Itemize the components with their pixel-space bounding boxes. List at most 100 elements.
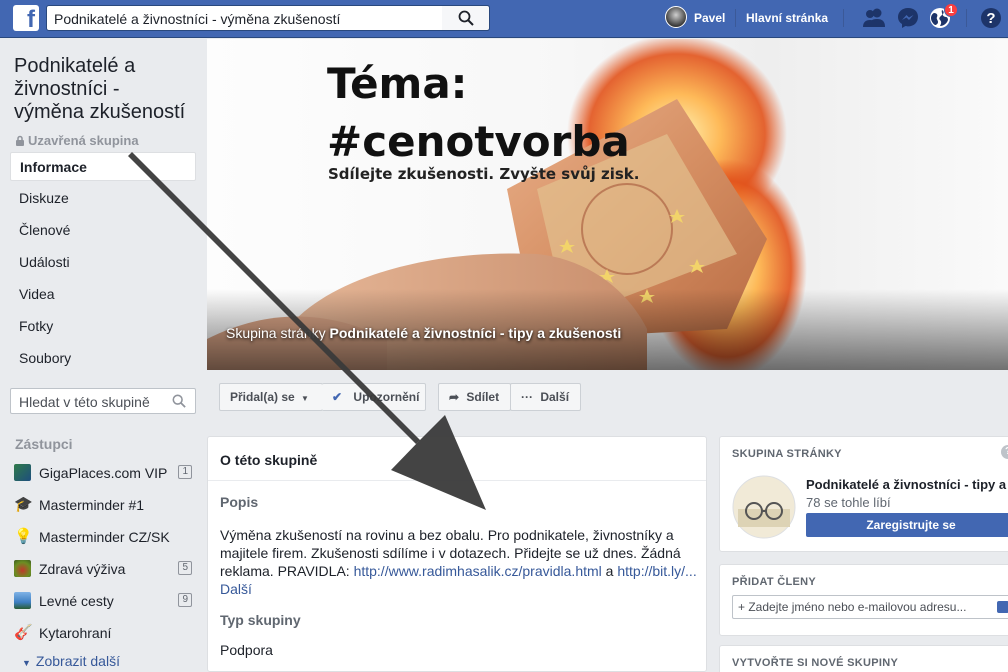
- share-label: Sdílet: [466, 390, 500, 404]
- divider: [735, 9, 736, 27]
- profile-link[interactable]: Pavel: [694, 11, 725, 25]
- cover-subtitle: Sdílejte zkušenosti. Zvyšte svůj zisk.: [328, 165, 640, 183]
- light-bulb-icon: 💡: [14, 528, 33, 545]
- messenger-icon[interactable]: [897, 7, 919, 29]
- nav-item-diskuze[interactable]: Diskuze: [10, 184, 196, 213]
- shortcut-label: Levné cesty: [39, 593, 114, 609]
- shortcut-item[interactable]: 🎸 Kytarohraní: [14, 623, 199, 645]
- group-thumbnail-icon: [14, 560, 31, 577]
- search-icon: [172, 394, 186, 408]
- register-button[interactable]: Zaregistrujte se: [806, 513, 1008, 537]
- help-circle-icon[interactable]: ?: [1001, 445, 1008, 459]
- nav-item-fotky[interactable]: Fotky: [10, 312, 196, 341]
- description-heading: Popis: [220, 494, 259, 510]
- shortcut-item[interactable]: 🎓 Masterminder #1: [14, 495, 199, 517]
- search-button[interactable]: [442, 5, 490, 31]
- left-sidebar: Podnikatelé a živnostníci - výměna zkuše…: [0, 39, 206, 672]
- cover-photo[interactable]: Téma: #cenotvorba Sdílejte zkušenosti. Z…: [207, 39, 1008, 370]
- group-thumbnail-icon: [14, 592, 31, 609]
- svg-text:?: ?: [986, 10, 995, 27]
- create-group-card: VYTVOŘTE SI NOVÉ SKUPINY: [719, 645, 1008, 672]
- graduation-cap-icon: 🎓: [14, 496, 33, 513]
- address-book-icon[interactable]: [997, 601, 1008, 613]
- shortcut-count: 1: [178, 465, 192, 479]
- shortcut-label: Kytarohraní: [39, 625, 112, 641]
- show-more-link[interactable]: ▼ Zobrazit další: [22, 653, 120, 669]
- divider: [208, 480, 706, 481]
- link-joiner: a: [601, 563, 618, 579]
- about-group-card: O této skupině Popis Výměna zkušeností n…: [207, 436, 707, 672]
- divider: [966, 9, 967, 27]
- search-input-value[interactable]: Podnikatelé a živnostníci - výměna zkuše…: [54, 11, 340, 27]
- group-name[interactable]: Podnikatelé a živnostníci - výměna zkuše…: [14, 55, 194, 124]
- user-avatar[interactable]: [665, 6, 687, 28]
- notifications-label: Upozornění: [353, 390, 420, 404]
- notifications-button[interactable]: ✔ Upozornění: [322, 383, 426, 411]
- about-title: O této skupině: [220, 452, 318, 468]
- add-members-title: PŘIDAT ČLENY: [732, 576, 817, 588]
- show-more-label: Zobrazit další: [35, 653, 120, 669]
- cover-title-line-1: Téma:: [327, 59, 468, 108]
- group-type-value: Podpora: [220, 642, 273, 658]
- share-button[interactable]: ➦ Sdílet: [438, 383, 511, 411]
- group-page-title: SKUPINA STRÁNKY: [732, 448, 842, 460]
- group-thumbnail-icon: [14, 464, 31, 481]
- search-input[interactable]: Podnikatelé a živnostníci - výměna zkuše…: [46, 5, 490, 31]
- facebook-logo[interactable]: f: [13, 5, 39, 31]
- group-type-heading: Typ skupiny: [220, 612, 301, 628]
- page-name-link[interactable]: Podnikatelé a živnostníci - tipy a: [806, 477, 1006, 492]
- guitar-icon: 🎸: [14, 624, 33, 641]
- search-icon: [458, 10, 474, 26]
- group-privacy-label: Uzavřená skupina: [28, 133, 139, 148]
- shortcut-label: GigaPlaces.com VIP: [39, 465, 168, 481]
- share-arrow-icon: ➦: [449, 390, 460, 404]
- shortcut-label: Zdravá výživa: [39, 561, 126, 577]
- shortcut-label: Masterminder #1: [39, 497, 145, 513]
- home-link[interactable]: Hlavní stránka: [746, 11, 828, 25]
- nav-item-clenove[interactable]: Členové: [10, 216, 196, 245]
- page-avatar[interactable]: [732, 475, 796, 539]
- ellipsis-icon: ···: [521, 390, 533, 404]
- group-page-card: SKUPINA STRÁNKY ? Podnikatelé a živnostn…: [719, 436, 1008, 552]
- shortcut-label: Masterminder CZ/SK: [39, 529, 170, 545]
- more-label: Další: [540, 390, 570, 404]
- shortcut-count: 5: [178, 561, 192, 575]
- shortcut-count: 9: [178, 593, 192, 607]
- add-members-card: PŘIDAT ČLENY + Zadejte jméno nebo e-mail…: [719, 564, 1008, 636]
- top-navigation-bar: f Podnikatelé a živnostníci - výměna zku…: [0, 0, 1008, 38]
- cover-title-line-2: #cenotvorba: [327, 117, 630, 166]
- checkmark-icon: ✔: [332, 390, 343, 404]
- nav-item-videa[interactable]: Videa: [10, 280, 196, 309]
- group-privacy: Uzavřená skupina: [15, 133, 139, 148]
- joined-label: Přidal(a) se: [230, 390, 295, 404]
- shortcut-item[interactable]: Zdravá výživa 5: [14, 559, 199, 581]
- nav-item-udalosti[interactable]: Události: [10, 248, 196, 277]
- help-icon[interactable]: ?: [980, 7, 1002, 29]
- group-search-placeholder: Hledat v této skupině: [19, 394, 150, 410]
- cover-caption: Skupina stránky Podnikatelé a živnostníc…: [226, 325, 621, 341]
- linked-page-name[interactable]: Podnikatelé a živnostníci - tipy a zkuše…: [330, 325, 622, 341]
- nav-item-informace[interactable]: Informace: [10, 152, 196, 181]
- add-member-input[interactable]: + Zadejte jméno nebo e-mailovou adresu..…: [732, 595, 1008, 619]
- add-member-placeholder: + Zadejte jméno nebo e-mailovou adresu..…: [738, 600, 967, 614]
- group-search-input[interactable]: Hledat v této skupině: [10, 388, 196, 414]
- cover-caption-prefix: Skupina stránky: [226, 325, 326, 341]
- shortcut-item[interactable]: 💡 Masterminder CZ/SK: [14, 527, 199, 549]
- caret-down-icon: ▼: [301, 394, 309, 403]
- see-more-link[interactable]: Další: [220, 581, 252, 597]
- create-group-title: VYTVOŘTE SI NOVÉ SKUPINY: [732, 657, 899, 669]
- more-actions-button[interactable]: ··· Další: [510, 383, 581, 411]
- shortcut-item[interactable]: Levné cesty 9: [14, 591, 199, 613]
- shortcuts-heading: Zástupci: [15, 436, 73, 452]
- group-description: Výměna zkušeností na rovinu a bez obalu.…: [220, 526, 698, 598]
- bitly-link[interactable]: http://bit.ly/...: [617, 563, 696, 579]
- rules-link[interactable]: http://www.radimhasalik.cz/pravidla.html: [354, 563, 602, 579]
- joined-button[interactable]: Přidal(a) se ▼: [219, 383, 323, 411]
- divider: [843, 9, 844, 27]
- nav-item-soubory[interactable]: Soubory: [10, 344, 196, 373]
- friend-requests-icon[interactable]: [862, 7, 886, 29]
- page-likes-count: 78 se tohle líbí: [806, 495, 891, 510]
- shortcut-item[interactable]: GigaPlaces.com VIP 1: [14, 463, 199, 485]
- notification-count-badge: 1: [944, 3, 958, 17]
- chevron-down-icon: ▼: [22, 658, 31, 668]
